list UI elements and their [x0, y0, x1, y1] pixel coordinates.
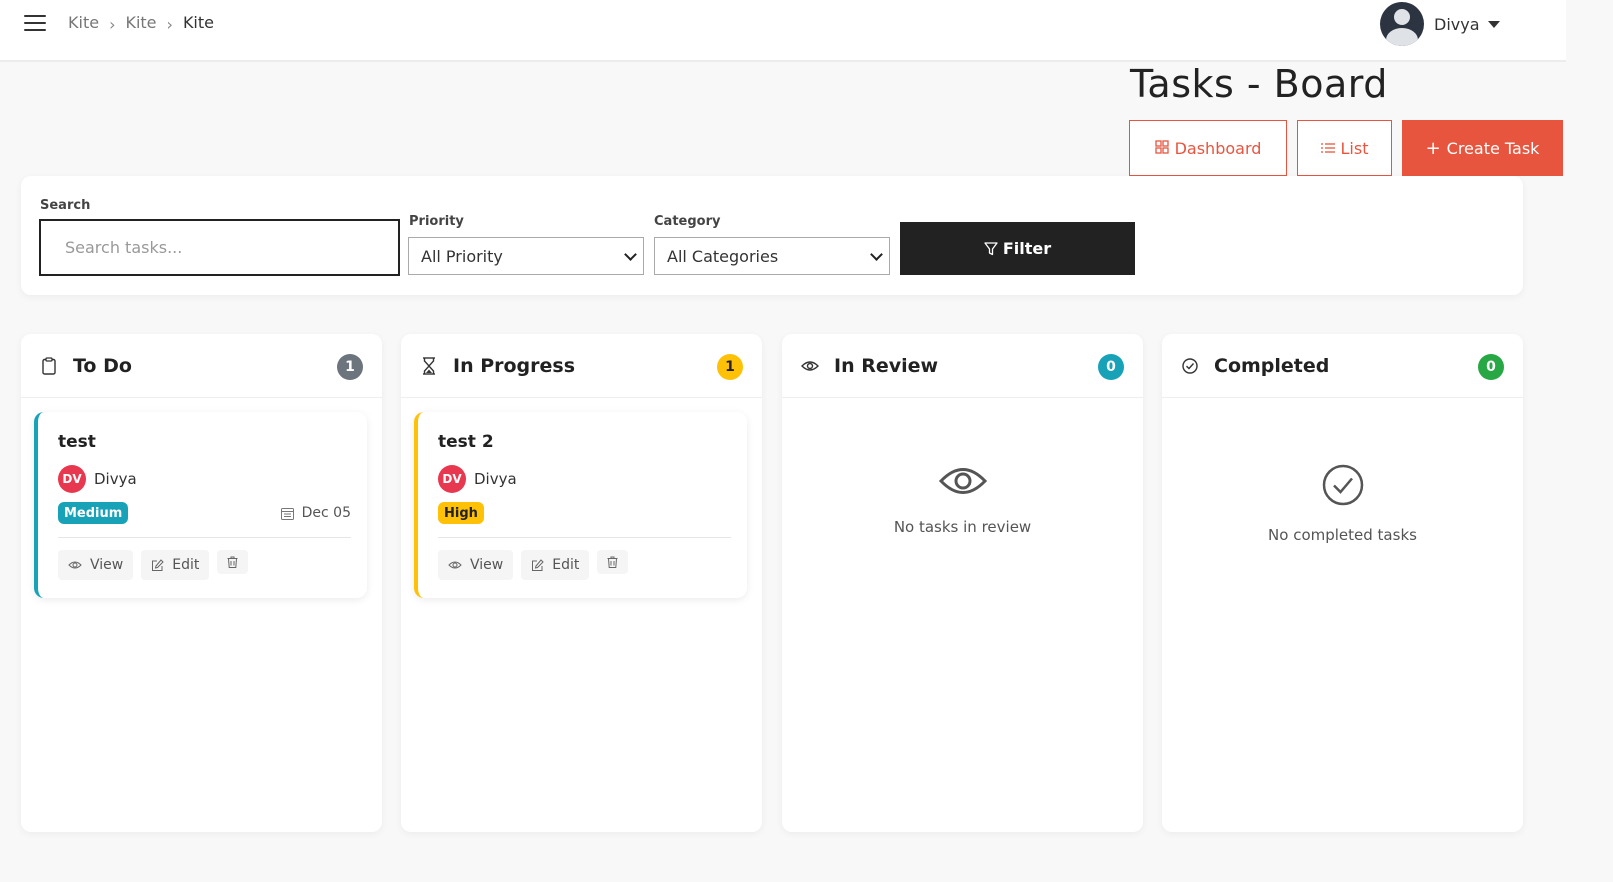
column-header: In Progress 1 — [401, 334, 762, 398]
filter-button[interactable]: Filter — [900, 222, 1135, 275]
column-header: Completed 0 — [1162, 334, 1523, 398]
column-title: In Review — [834, 354, 939, 377]
task-card[interactable]: test DV Divya Medium Dec 05 View Edit — [34, 412, 367, 598]
eye-icon — [800, 356, 820, 376]
assignee: DV Divya — [58, 465, 137, 493]
breadcrumb-current: Kite — [182, 13, 214, 32]
count-badge: 0 — [1478, 354, 1504, 380]
column-header: In Review 0 — [782, 334, 1143, 398]
priority-select[interactable]: All Priority — [408, 237, 644, 275]
assignee-name: Divya — [474, 470, 517, 488]
breadcrumb-item[interactable]: Kite — [68, 13, 99, 32]
card-actions: View Edit — [438, 550, 636, 580]
column-completed: Completed 0 No completed tasks — [1162, 334, 1523, 832]
delete-button[interactable] — [217, 550, 249, 574]
create-task-label: Create Task — [1446, 138, 1540, 158]
check-circle-icon — [1180, 356, 1200, 376]
due-date: Dec 05 — [280, 505, 351, 521]
priority-badge: High — [438, 502, 484, 524]
column-in-progress: In Progress 1 test 2 DV Divya High View … — [401, 334, 762, 832]
card-actions: View Edit — [58, 550, 256, 580]
category-label: Category — [654, 214, 721, 229]
empty-message: No completed tasks — [1268, 526, 1417, 544]
column-in-review: In Review 0 No tasks in review — [782, 334, 1143, 832]
edit-icon — [532, 558, 544, 571]
avatar: DV — [58, 465, 86, 493]
delete-button[interactable] — [597, 550, 629, 574]
empty-state: No completed tasks — [1162, 464, 1523, 544]
task-title: test — [58, 432, 96, 452]
empty-state: No tasks in review — [782, 464, 1143, 536]
plus-icon: + — [1425, 137, 1441, 159]
filter-panel: Search Priority All Priority Category Al… — [21, 176, 1523, 295]
calendar-icon — [280, 507, 294, 520]
column-todo: To Do 1 test DV Divya Medium Dec 05 View… — [21, 334, 382, 832]
column-title: To Do — [73, 354, 132, 377]
chevron-down-icon — [870, 248, 883, 261]
dashboard-button[interactable]: Dashboard — [1129, 120, 1287, 176]
assignee-name: Divya — [94, 470, 137, 488]
count-badge: 1 — [717, 354, 743, 380]
edit-label: Edit — [552, 557, 580, 573]
eye-icon — [938, 468, 987, 494]
check-circle-icon — [1322, 464, 1363, 506]
dashboard-label: Dashboard — [1174, 138, 1262, 158]
view-label: View — [90, 557, 124, 573]
view-button[interactable]: View — [438, 550, 514, 580]
avatar: DV — [438, 465, 466, 493]
column-title: In Progress — [453, 354, 576, 377]
eye-icon — [68, 561, 82, 569]
menu-icon[interactable] — [24, 15, 46, 31]
priority-badge: Medium — [58, 502, 129, 524]
priority-label: Priority — [409, 214, 464, 229]
count-badge: 1 — [337, 354, 363, 380]
breadcrumb-item[interactable]: Kite — [125, 13, 156, 32]
caret-down-icon — [1487, 20, 1500, 28]
empty-message: No tasks in review — [893, 518, 1032, 536]
count-badge: 0 — [1098, 354, 1124, 380]
clipboard-icon — [39, 356, 59, 376]
priority-select-value: All Priority — [421, 246, 503, 266]
due-date-text: Dec 05 — [301, 505, 351, 521]
trash-icon — [227, 556, 238, 568]
user-name: Divya — [1434, 14, 1480, 34]
divider — [438, 537, 731, 538]
task-card[interactable]: test 2 DV Divya High View Edit — [414, 412, 747, 598]
search-label: Search — [40, 198, 91, 213]
edit-icon — [152, 558, 164, 571]
list-label: List — [1340, 138, 1369, 158]
list-view-button[interactable]: List — [1297, 120, 1392, 176]
avatar — [1380, 2, 1424, 46]
user-menu[interactable]: Divya — [1380, 2, 1500, 46]
column-title: Completed — [1214, 354, 1330, 377]
chevron-right-icon: › — [109, 15, 116, 34]
funnel-icon — [984, 241, 998, 255]
category-select-value: All Categories — [667, 246, 779, 266]
view-label: View — [470, 557, 504, 573]
chevron-right-icon: › — [166, 15, 173, 34]
task-title: test 2 — [438, 432, 494, 452]
column-header: To Do 1 — [21, 334, 382, 398]
search-input[interactable] — [39, 219, 400, 276]
edit-button[interactable]: Edit — [141, 550, 210, 580]
edit-button[interactable]: Edit — [521, 550, 590, 580]
scrollbar[interactable] — [1566, 0, 1613, 882]
edit-label: Edit — [172, 557, 200, 573]
breadcrumb: Kite › Kite › Kite — [68, 13, 214, 34]
list-icon — [1320, 139, 1335, 158]
trash-icon — [607, 556, 618, 568]
hourglass-icon — [419, 356, 439, 376]
view-button[interactable]: View — [58, 550, 134, 580]
filter-button-label: Filter — [1002, 239, 1052, 258]
create-task-button[interactable]: + Create Task — [1402, 120, 1563, 176]
page-title: Tasks - Board — [1130, 62, 1388, 106]
eye-icon — [448, 561, 462, 569]
divider — [58, 537, 351, 538]
assignee: DV Divya — [438, 465, 517, 493]
grid-icon — [1154, 139, 1169, 158]
category-select[interactable]: All Categories — [654, 237, 890, 275]
top-navbar: Kite › Kite › Kite Divya — [0, 0, 1566, 62]
chevron-down-icon — [624, 248, 637, 261]
